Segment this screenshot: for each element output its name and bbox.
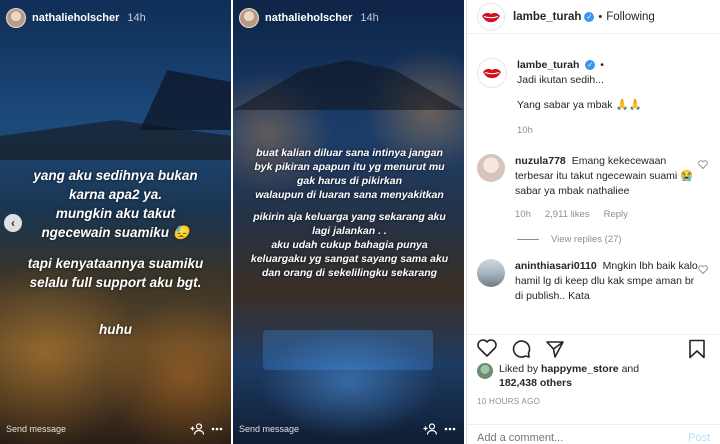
share-icon[interactable] xyxy=(545,339,567,361)
separator: • xyxy=(598,10,603,23)
story-footer: Send message xyxy=(239,422,458,436)
liked-by-connector: and xyxy=(621,363,640,375)
comment-icon[interactable] xyxy=(511,339,533,361)
comment-time[interactable]: 10h xyxy=(515,207,531,222)
liked-by-text: Liked by happyme_store and 182,438 other… xyxy=(499,362,639,390)
view-replies-label: View replies (27) xyxy=(551,234,622,245)
avatar[interactable] xyxy=(239,8,259,28)
like-comment-icon[interactable] xyxy=(698,265,710,304)
like-comment-icon[interactable] xyxy=(698,160,710,222)
comments-list[interactable]: lambe_turah ✓ • Jadi ikutan sedih... Yan… xyxy=(467,50,720,328)
story-header: nathalieholscher 14h xyxy=(239,8,458,28)
story-text-line: ngecewain suamiku 😓 xyxy=(41,225,190,240)
caption-body: lambe_turah ✓ • Jadi ikutan sedih... Yan… xyxy=(517,58,710,138)
story-text-line: keluargaku yg sangat sayang sama aku xyxy=(250,253,449,265)
comment-input[interactable] xyxy=(477,431,688,444)
comment-body: nuzula778 Emang kekecewaan terbesar itu … xyxy=(515,154,698,222)
liked-by-user[interactable]: happyme_store xyxy=(541,363,619,375)
story-text-block: huhu xyxy=(10,320,221,339)
story-text-line: aku udah cukup bahagia punya xyxy=(271,239,428,251)
following-button[interactable]: Following xyxy=(606,11,655,23)
avatar[interactable] xyxy=(477,154,505,182)
story-text-block: pikirin aja keluarga yang sekarang aku l… xyxy=(243,210,456,280)
story-text-line: mungkin aku takut xyxy=(55,206,176,221)
story-text-block: yang aku sedihnya bukan karna apa2 ya. m… xyxy=(10,166,221,242)
story-username[interactable]: nathalieholscher xyxy=(265,12,352,24)
story-panel-1[interactable]: nathalieholscher 14h yang aku sedihnya b… xyxy=(0,0,231,444)
post-action-bar xyxy=(467,334,720,360)
comment-likes[interactable]: 2,911 likes xyxy=(545,207,590,222)
post-detail-pane: lambe_turah ✓ • Following lambe_turah ✓ … xyxy=(466,0,720,444)
story-text-line: byk pikiran apapun itu yg menurut mu xyxy=(254,161,445,173)
story-text-line: lagi jalankan . . xyxy=(312,225,387,237)
add-user-icon[interactable] xyxy=(189,422,205,436)
story-text-line: buat kalian diluar sana intinya jangan xyxy=(256,147,443,159)
story-footer: Send message xyxy=(6,422,225,436)
send-message-input[interactable]: Send message xyxy=(6,424,185,434)
story-text-line: karna apa2 ya. xyxy=(68,187,163,202)
prev-story-button[interactable]: ‹ xyxy=(4,214,22,232)
add-comment-bar: Post xyxy=(467,424,720,444)
reply-button[interactable]: Reply xyxy=(604,207,628,222)
verified-badge-icon: ✓ xyxy=(584,11,595,22)
caption-gap xyxy=(517,88,710,98)
story-time: 14h xyxy=(360,12,379,24)
story-username[interactable]: nathalieholscher xyxy=(32,12,119,24)
avatar[interactable] xyxy=(477,2,505,31)
caption-row: lambe_turah ✓ • Jadi ikutan sedih... Yan… xyxy=(467,58,720,138)
liked-by-prefix: Liked by xyxy=(499,363,539,375)
comment-username[interactable]: nuzula778 xyxy=(515,155,566,167)
liked-by: Liked by happyme_store and 182,438 other… xyxy=(477,362,710,390)
lips-logo-icon xyxy=(483,68,501,79)
comment-row: nuzula778 Emang kekecewaan terbesar itu … xyxy=(467,154,720,222)
avatar[interactable] xyxy=(477,58,507,88)
story-text-line: tapi kenyataannya suamiku xyxy=(27,256,204,271)
post-timestamp[interactable]: 10 HOURS AGO xyxy=(477,397,540,406)
heart-icon[interactable] xyxy=(477,338,499,361)
story-text-line: yang aku sedihnya bukan xyxy=(33,168,198,183)
story-text-line: walaupun di luaran sana menyakitkan xyxy=(255,189,444,201)
comment-username[interactable]: aninthiasari0110 xyxy=(515,260,597,272)
story-panel-2[interactable]: nathalieholscher 14h buat kalian diluar … xyxy=(233,0,464,444)
caption-username[interactable]: lambe_turah xyxy=(517,59,579,71)
story-text-line: gak harus di pikirkan xyxy=(296,175,403,187)
story-header: nathalieholscher 14h xyxy=(6,8,225,28)
lips-logo-icon xyxy=(482,12,500,22)
pool-reflection xyxy=(263,330,433,370)
story-time: 14h xyxy=(127,12,146,24)
send-message-input[interactable]: Send message xyxy=(239,424,418,434)
more-icon[interactable] xyxy=(442,422,458,436)
avatar[interactable] xyxy=(6,8,26,28)
avatar[interactable] xyxy=(477,259,505,287)
avatar[interactable] xyxy=(477,363,493,379)
more-icon[interactable] xyxy=(209,422,225,436)
verified-badge-icon: ✓ xyxy=(585,60,596,71)
story-text-line: dan orang di sekelilingku sekarang xyxy=(261,267,438,279)
post-header: lambe_turah ✓ • Following xyxy=(467,0,720,34)
story-text-block: buat kalian diluar sana intinya jangan b… xyxy=(243,146,456,202)
post-author-username[interactable]: lambe_turah xyxy=(513,11,581,23)
comment-row: aninthiasari0110 Mngkin lbh baik kalo ha… xyxy=(467,259,720,304)
comment-body: aninthiasari0110 Mngkin lbh baik kalo ha… xyxy=(515,259,698,304)
post-comment-button[interactable]: Post xyxy=(688,432,710,444)
story-text-line: pikirin aja keluarga yang sekarang aku xyxy=(253,211,446,223)
divider xyxy=(517,239,539,240)
liked-by-count[interactable]: 182,438 others xyxy=(499,377,572,389)
caption-text: Jadi ikutan sedih... xyxy=(517,74,604,86)
separator: • xyxy=(600,59,604,71)
add-user-icon[interactable] xyxy=(422,422,438,436)
comment-meta: 10h 2,911 likes Reply xyxy=(515,207,698,222)
bookmark-icon[interactable] xyxy=(688,339,710,361)
caption-time[interactable]: 10h xyxy=(517,123,533,138)
view-replies-button[interactable]: View replies (27) xyxy=(517,234,720,245)
caption-text: Yang sabar ya mbak 🙏🙏 xyxy=(517,99,642,111)
story-text-line: selalu full support aku bgt. xyxy=(29,275,202,290)
story-text-block: tapi kenyataannya suamiku selalu full su… xyxy=(10,254,221,292)
story-text-line: huhu xyxy=(99,322,132,337)
caption-meta: 10h xyxy=(517,123,710,138)
